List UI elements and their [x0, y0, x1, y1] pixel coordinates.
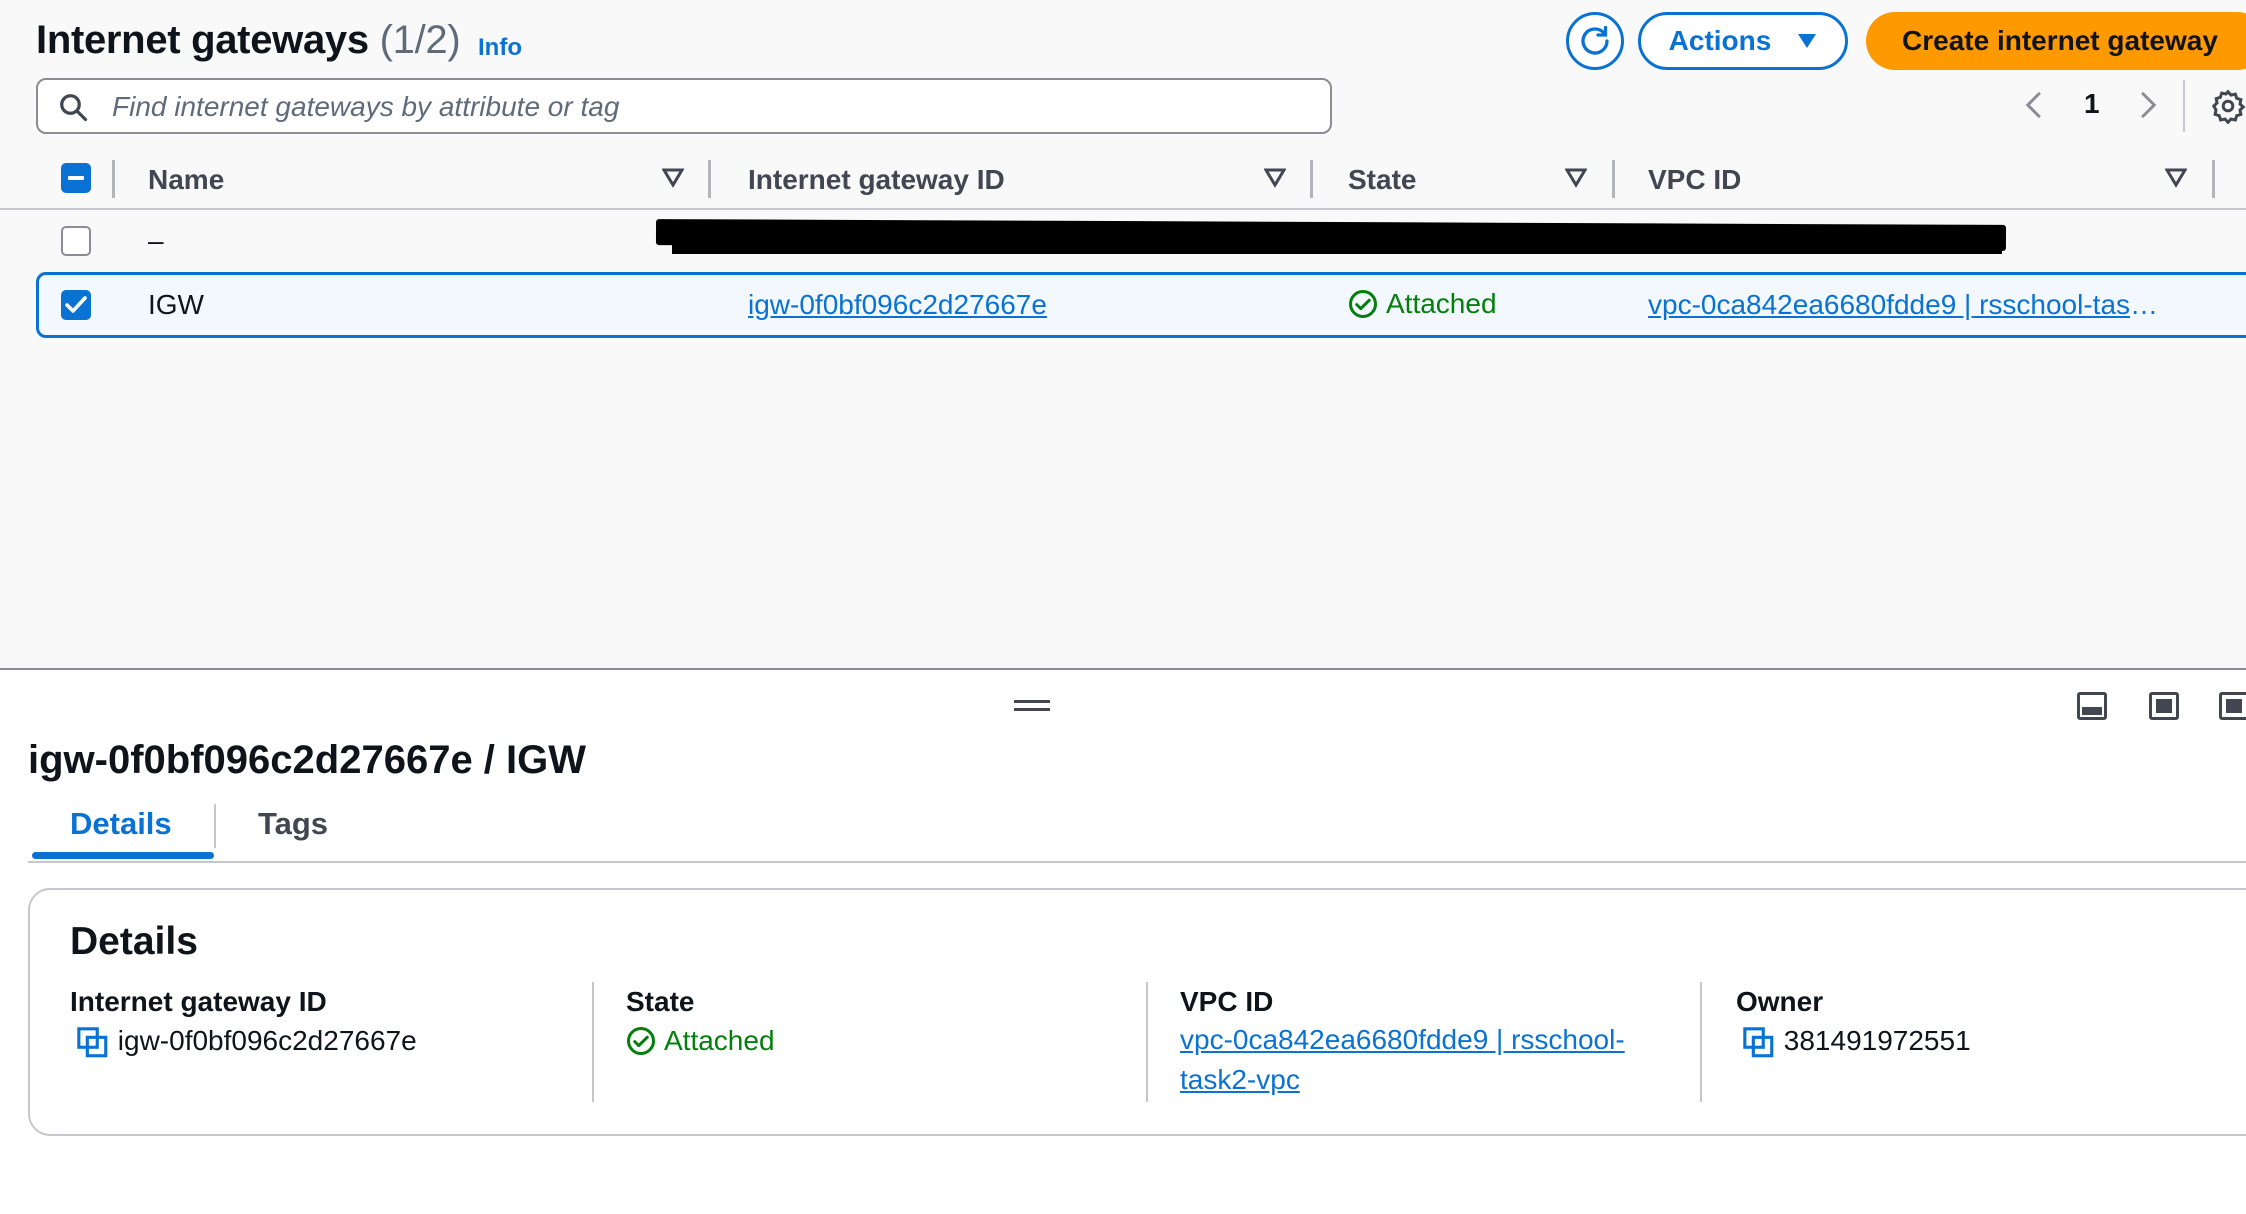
chevron-left-icon[interactable] [2020, 90, 2048, 120]
column-header-name[interactable]: Name [148, 164, 224, 196]
active-tab-indicator [32, 852, 214, 859]
check-circle-icon [627, 1027, 655, 1055]
sort-icon[interactable] [2165, 168, 2187, 188]
tab-details[interactable]: Details [70, 806, 172, 842]
row-checkbox[interactable] [61, 226, 91, 256]
info-link[interactable]: Info [478, 34, 522, 62]
table-row-name: IGW [148, 289, 204, 320]
tab-divider [214, 804, 216, 848]
field-divider [592, 982, 594, 1102]
field-divider [1146, 982, 1148, 1102]
field-state: Attached [626, 1025, 775, 1057]
field-value-vpc-id-link[interactable]: vpc-0ca842ea6680fdde9 | rsschool-task2-v… [1180, 1020, 1670, 1100]
details-card [28, 888, 2246, 1136]
refresh-icon [1581, 25, 1609, 55]
field-value-igw-id: igw-0f0bf096c2d27667e [117, 1025, 417, 1056]
pagination-divider [2183, 80, 2185, 132]
state-label: Attached [1386, 288, 1497, 319]
layout-icon[interactable] [2149, 692, 2179, 720]
refresh-button[interactable] [1566, 12, 1624, 70]
tab-tags[interactable]: Tags [258, 806, 328, 842]
create-internet-gateway-button[interactable]: Create internet gateway [1866, 12, 2246, 70]
caret-down-icon [1798, 34, 1817, 48]
column-header-vpc-id[interactable]: VPC ID [1648, 164, 1741, 196]
page-number[interactable]: 1 [2084, 88, 2100, 120]
sort-icon[interactable] [662, 168, 684, 188]
table-row-name: – [148, 225, 164, 256]
field-divider [1700, 982, 1702, 1102]
field-owner: 381491972551 [1742, 1025, 1971, 1060]
search-box [36, 78, 1332, 134]
field-value-state: Attached [664, 1025, 775, 1056]
redaction-bar [672, 238, 2002, 254]
header-divider [0, 208, 2246, 210]
search-icon [60, 94, 88, 122]
panel-split-divider[interactable] [0, 668, 2246, 670]
column-divider[interactable] [2212, 160, 2215, 198]
field-igw-id: igw-0f0bf096c2d27667e [76, 1025, 417, 1060]
settings-icon[interactable] [2210, 88, 2246, 124]
field-label-vpc-id: VPC ID [1180, 986, 1274, 1017]
detail-title: igw-0f0bf096c2d27667e / IGW [28, 738, 587, 782]
actions-dropdown-button[interactable]: Actions [1638, 12, 1848, 70]
column-divider[interactable] [1612, 160, 1615, 198]
vpc-id-link[interactable]: vpc-0ca842ea6680fdde9 | rsschool-task2-v… [1648, 289, 2168, 321]
layout-icon[interactable] [2077, 692, 2107, 720]
sort-icon[interactable] [1264, 168, 1286, 188]
column-divider[interactable] [708, 160, 711, 198]
column-header-state[interactable]: State [1348, 164, 1416, 196]
selection-count: (1/2) [379, 18, 461, 62]
column-divider [112, 160, 115, 198]
sort-icon[interactable] [1565, 168, 1587, 188]
search-input[interactable] [110, 80, 1314, 134]
field-value-owner: 381491972551 [1783, 1025, 1971, 1056]
check-circle-icon [1349, 290, 1377, 318]
field-label-igw-id: Internet gateway ID [70, 986, 327, 1017]
field-label-owner: Owner [1736, 986, 1824, 1017]
drag-handle-icon[interactable] [1014, 700, 1050, 716]
card-title: Details [70, 920, 198, 963]
tabs-divider [28, 861, 2246, 863]
field-label-state: State [626, 986, 695, 1017]
select-all-checkbox[interactable] [61, 163, 91, 193]
layout-icon[interactable] [2219, 692, 2246, 720]
row-checkbox-checked[interactable] [61, 290, 91, 320]
copy-icon[interactable] [1742, 1026, 1776, 1060]
column-divider[interactable] [1310, 160, 1313, 198]
page-title: Internet gateways (1/2) [36, 18, 461, 62]
checkmark-icon [65, 296, 87, 313]
chevron-right-icon[interactable] [2134, 90, 2162, 120]
actions-label: Actions [1668, 25, 1772, 56]
state-status: Attached [1348, 288, 1497, 320]
copy-icon[interactable] [76, 1026, 110, 1060]
igw-id-link[interactable]: igw-0f0bf096c2d27667e [748, 289, 1047, 321]
column-header-igw-id[interactable]: Internet gateway ID [748, 164, 1005, 196]
